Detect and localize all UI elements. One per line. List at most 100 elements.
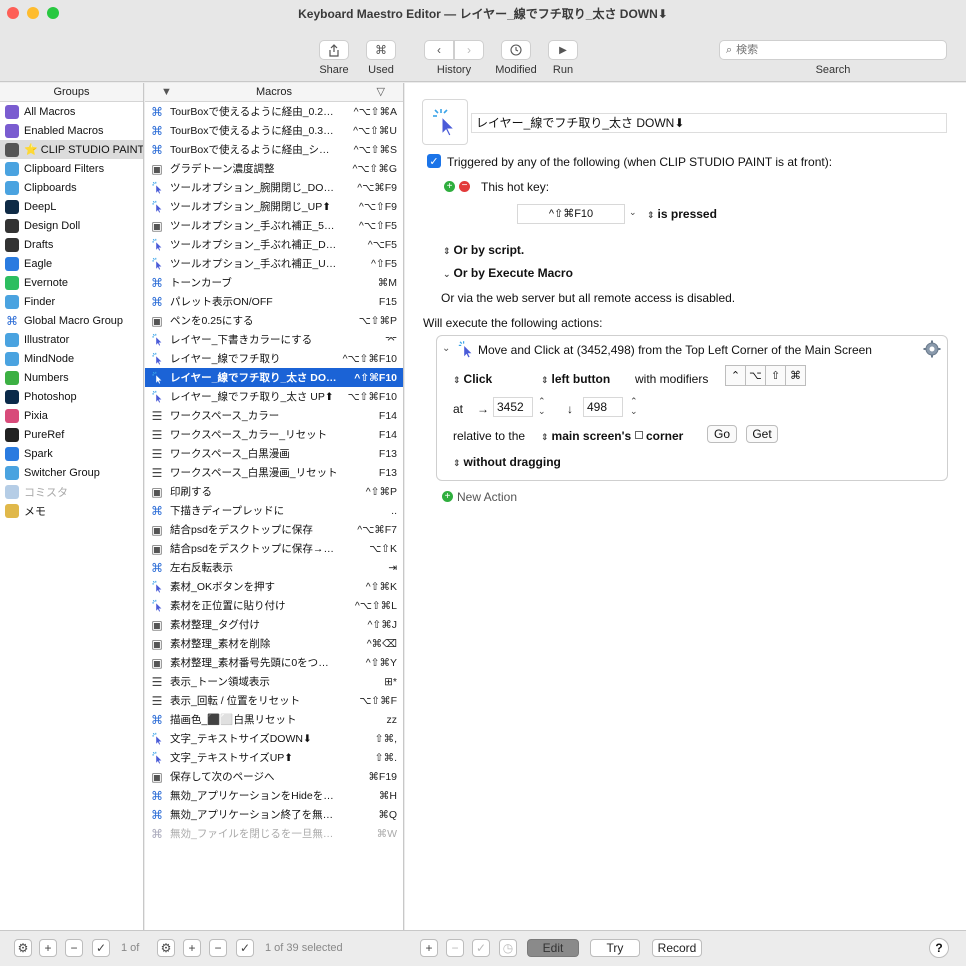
macro-row[interactable]: ☰ 表示_トーン領域表示 ⊞*	[145, 672, 403, 691]
group-item[interactable]: Photoshop	[0, 387, 143, 406]
group-item[interactable]: ⭐️ CLIP STUDIO PAINT	[0, 140, 143, 159]
group-item[interactable]: Switcher Group	[0, 463, 143, 482]
macro-row[interactable]: ⌘ 無効_アプリケーション終了を無効に ⌘Q	[145, 805, 403, 824]
macro-row[interactable]: ⌘ 左右反転表示 ⇥	[145, 558, 403, 577]
macro-row[interactable]: レイヤー_下書きカラーにする ⌤	[145, 330, 403, 349]
group-item[interactable]: Illustrator	[0, 330, 143, 349]
macro-row[interactable]: ▣ 素材整理_素材を削除 ^⌘⌫	[145, 634, 403, 653]
group-item[interactable]: Numbers	[0, 368, 143, 387]
add-trigger-button[interactable]: +	[444, 181, 455, 192]
x-stepper[interactable]: ⌃ ⌄	[538, 396, 546, 416]
shift-modifier-toggle[interactable]: ⇧	[765, 365, 786, 386]
corner-label[interactable]: corner	[646, 429, 683, 443]
mouse-button-popup[interactable]: ⇕ left button	[541, 372, 610, 386]
group-item[interactable]: Clipboard Filters	[0, 159, 143, 178]
group-item[interactable]: Drafts	[0, 235, 143, 254]
macro-row[interactable]: 素材を正位置に貼り付け ^⌥⇧⌘L	[145, 596, 403, 615]
macro-row[interactable]: ▣ 保存して次のページへ ⌘F19	[145, 767, 403, 786]
search-field[interactable]: ⌕	[719, 40, 947, 60]
hotkey-field[interactable]: ^⇧⌘F10	[517, 204, 625, 224]
is-pressed-popup[interactable]: ⇕ is pressed	[647, 207, 717, 221]
macro-row[interactable]: 文字_テキストサイズUP⬆ ⇧⌘.	[145, 748, 403, 767]
hotkey-dropdown-icon[interactable]: ⌄	[629, 207, 637, 218]
command-modifier-toggle[interactable]: ⌘	[785, 365, 806, 386]
group-item[interactable]: Spark	[0, 444, 143, 463]
macro-row[interactable]: ☰ ワークスペース_白黒漫画 F13	[145, 444, 403, 463]
macro-name-field[interactable]: レイヤー_線でフチ取り_太さ DOWN⬇	[471, 113, 947, 133]
history-forward-button[interactable]: ›	[454, 40, 484, 60]
search-input[interactable]	[736, 44, 917, 56]
click-type-popup[interactable]: ⇕ Click	[453, 372, 492, 386]
macro-row[interactable]: ☰ 表示_回転 / 位置をリセット ⌥⇧⌘F	[145, 691, 403, 710]
option-modifier-toggle[interactable]: ⌥	[745, 365, 766, 386]
macro-row[interactable]: レイヤー_線でフチ取り ^⌥⇧⌘F10	[145, 349, 403, 368]
macros-header[interactable]: ▼ Macros ▽	[145, 83, 403, 102]
remove-macro-button[interactable]: −	[209, 939, 227, 957]
macro-row[interactable]: ☰ ワークスペース_カラー F14	[145, 406, 403, 425]
remove-action-button[interactable]: −	[446, 939, 464, 957]
new-action-button[interactable]: New Action	[457, 490, 517, 504]
sort-icon[interactable]: ▽	[377, 83, 385, 102]
group-item[interactable]: Evernote	[0, 273, 143, 292]
filter-icon[interactable]: ▼	[161, 83, 172, 102]
macro-row[interactable]: ☰ ワークスペース_白黒漫画_リセット F13	[145, 463, 403, 482]
macro-row[interactable]: レイヤー_線でフチ取り_太さ DOWN⬇ ^⇧⌘F10	[145, 368, 403, 387]
group-item[interactable]: ⌘ Global Macro Group	[0, 311, 143, 330]
x-coordinate-field[interactable]: 3452	[493, 397, 533, 417]
group-item[interactable]: Finder	[0, 292, 143, 311]
group-item[interactable]: コミスタ	[0, 482, 143, 501]
action-move-and-click[interactable]: ⌄ Move and Click at (3452,498) from the …	[436, 335, 948, 481]
run-button[interactable]: ▶	[548, 40, 578, 60]
macro-row[interactable]: ツールオプション_手ぶれ補正_UP⬆ ^⇧F5	[145, 254, 403, 273]
trigger-enabled-checkbox[interactable]: ✓	[427, 154, 441, 168]
group-item[interactable]: All Macros	[0, 102, 143, 121]
macro-row[interactable]: ⌘ 無効_アプリケーションをHideを無効に ⌘H	[145, 786, 403, 805]
groups-header[interactable]: Groups	[0, 83, 143, 102]
remove-trigger-button[interactable]: −	[459, 181, 470, 192]
record-button[interactable]: Record	[652, 939, 702, 957]
group-item[interactable]: メモ	[0, 501, 143, 520]
group-item[interactable]: Enabled Macros	[0, 121, 143, 140]
history-back-button[interactable]: ‹	[424, 40, 454, 60]
enable-macro-button[interactable]: ✓	[236, 939, 254, 957]
macro-row[interactable]: ⌘ 描画色_⬛⬜白黒リセット zz	[145, 710, 403, 729]
group-item[interactable]: DeepL	[0, 197, 143, 216]
help-button[interactable]: ?	[929, 938, 949, 958]
group-item[interactable]: Clipboards	[0, 178, 143, 197]
dragging-popup[interactable]: ⇕ without dragging	[453, 455, 561, 469]
modified-button[interactable]	[501, 40, 531, 60]
macro-row[interactable]: ▣ ツールオプション_手ぶれ補正_5にリセ… ^⌥⇧F5	[145, 216, 403, 235]
y-coordinate-field[interactable]: 498	[583, 397, 623, 417]
enable-group-button[interactable]: ✓	[92, 939, 110, 957]
macro-icon-well[interactable]	[422, 99, 468, 145]
or-by-execute-disclosure[interactable]: ⌄ Or by Execute Macro	[443, 266, 573, 280]
macro-row[interactable]: ⌘ TourBoxで使えるように経由_0.30ペン ^⌥⇧⌘U	[145, 121, 403, 140]
macro-row[interactable]: ▣ グラデトーン濃度調整 ^⌥⇧⌘G	[145, 159, 403, 178]
macro-row[interactable]: ▣ 結合psdをデスクトップに保存 ^⌥⌘F7	[145, 520, 403, 539]
macro-row[interactable]: ⌘ トーンカーブ ⌘M	[145, 273, 403, 292]
macro-row[interactable]: ツールオプション_腕開閉じ_DOWN⬇ ^⌥⌘F9	[145, 178, 403, 197]
group-item[interactable]: Pixia	[0, 406, 143, 425]
macro-row[interactable]: ▣ ペンを0.25にする ⌥⇧⌘P	[145, 311, 403, 330]
gear-icon[interactable]	[923, 340, 941, 358]
or-by-script-disclosure[interactable]: ⇕ Or by script.	[443, 243, 524, 257]
used-button[interactable]: ⌘	[366, 40, 396, 60]
macro-row[interactable]: ⌘ TourBoxで使えるように経由_0.25ペン ^⌥⇧⌘A	[145, 102, 403, 121]
macros-settings-button[interactable]: ⚙	[157, 939, 175, 957]
go-button[interactable]: Go	[707, 425, 737, 443]
macro-row[interactable]: 素材_OKボタンを押す ^⇧⌘K	[145, 577, 403, 596]
add-action-button[interactable]: +	[420, 939, 438, 957]
group-item[interactable]: Eagle	[0, 254, 143, 273]
control-modifier-toggle[interactable]: ⌃	[725, 365, 746, 386]
macro-row[interactable]: 文字_テキストサイズDOWN⬇ ⇧⌘,	[145, 729, 403, 748]
macro-row[interactable]: ⌘ パレット表示ON/OFF F15	[145, 292, 403, 311]
macro-row[interactable]: ▣ 素材整理_素材番号先頭に0をつける ^⇧⌘Y	[145, 653, 403, 672]
remove-group-button[interactable]: −	[65, 939, 83, 957]
group-item[interactable]: PureRef	[0, 425, 143, 444]
action-timer-button[interactable]: ◷	[499, 939, 517, 957]
get-button[interactable]: Get	[746, 425, 778, 443]
macro-row[interactable]: ツールオプション_腕開閉じ_UP⬆ ^⌥⇧F9	[145, 197, 403, 216]
screen-popup[interactable]: ⇕ main screen's	[541, 429, 631, 443]
macro-row[interactable]: ⌘ 無効_ファイルを閉じるを一旦無効に ⌘W	[145, 824, 403, 843]
add-macro-button[interactable]: +	[183, 939, 201, 957]
